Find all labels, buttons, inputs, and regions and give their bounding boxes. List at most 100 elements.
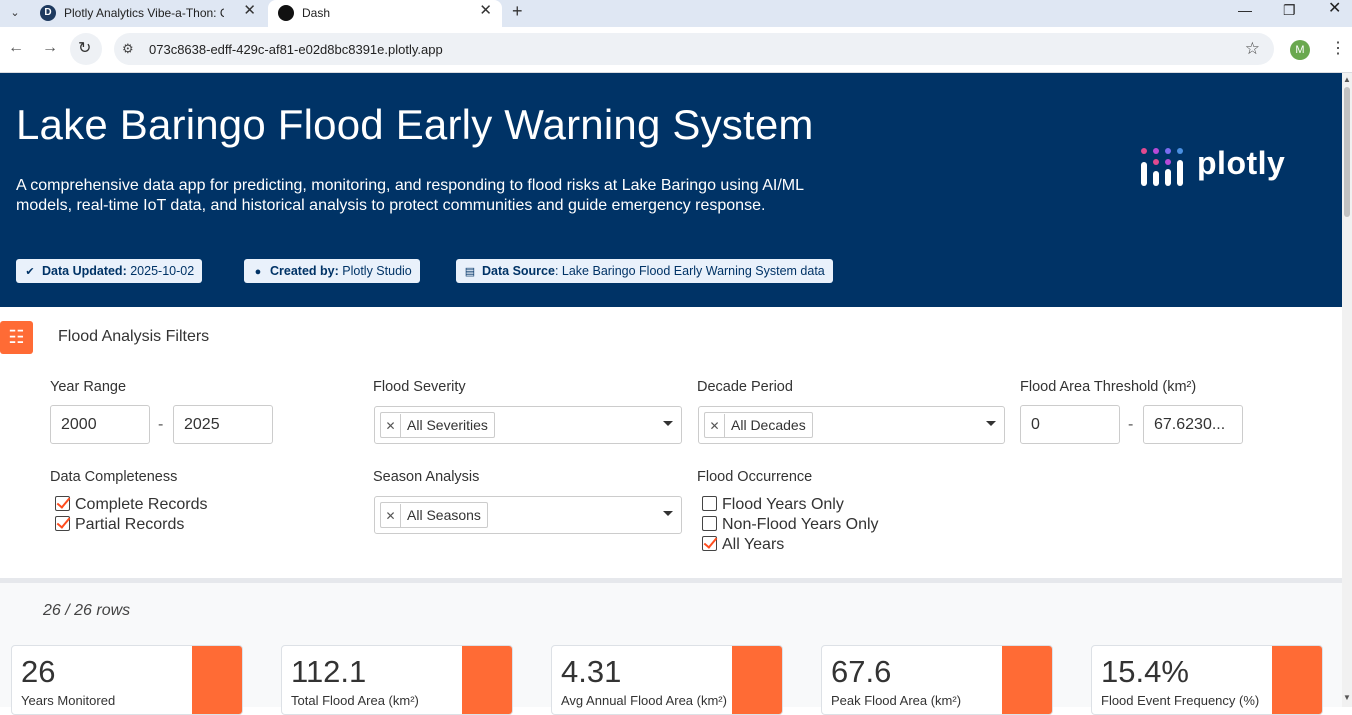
complete-records-checkbox[interactable]: Complete Records bbox=[55, 495, 208, 515]
page-scrollbar[interactable]: ▲ ▼ bbox=[1342, 73, 1352, 707]
kpi-value: 112.1 bbox=[291, 654, 367, 689]
filters-panel: ☷ Flood Analysis Filters Year Range 2000… bbox=[0, 307, 1342, 577]
badge-label: Data Updated: bbox=[42, 264, 127, 278]
database-icon: ▤ bbox=[464, 266, 476, 278]
non-flood-years-only-checkbox[interactable]: Non-Flood Years Only bbox=[702, 515, 879, 535]
selected-chip: ✕ All Seasons bbox=[380, 502, 488, 528]
reload-icon[interactable]: ↻ bbox=[78, 38, 91, 58]
restore-window-icon[interactable]: ❐ bbox=[1283, 2, 1296, 18]
kpi-value: 67.6 bbox=[831, 654, 892, 689]
address-bar[interactable]: ⚙ 073c8638-edff-429c-af81-e02d8bc8391e.p… bbox=[114, 33, 1274, 65]
filters-title: Flood Analysis Filters bbox=[58, 328, 210, 345]
scroll-down-icon[interactable]: ▼ bbox=[1343, 693, 1351, 702]
year-to-input[interactable]: 2025 bbox=[173, 405, 273, 444]
area-max-input[interactable]: 67.6230... bbox=[1143, 405, 1243, 444]
kpi-accent bbox=[192, 646, 242, 714]
url-text[interactable]: 073c8638-edff-429c-af81-e02d8bc8391e.plo… bbox=[149, 42, 443, 57]
kpi-accent bbox=[1002, 646, 1052, 714]
page-title: Lake Baringo Flood Early Warning System bbox=[16, 101, 814, 148]
kpi-accent bbox=[462, 646, 512, 714]
browser-menu-icon[interactable]: ⋮ bbox=[1330, 38, 1346, 58]
caret-down-icon[interactable] bbox=[661, 506, 675, 520]
scroll-up-icon[interactable]: ▲ bbox=[1343, 75, 1351, 84]
browser-tab-vibeathon[interactable]: D Plotly Analytics Vibe-a-Thon: Co ✕ bbox=[30, 0, 266, 27]
kpi-label: Flood Event Frequency (%) bbox=[1101, 693, 1260, 708]
minimize-icon[interactable]: — bbox=[1238, 2, 1252, 18]
scrollbar-thumb[interactable] bbox=[1344, 87, 1350, 217]
range-separator: - bbox=[158, 416, 164, 433]
all-years-checkbox[interactable]: All Years bbox=[702, 535, 784, 555]
checkbox-unchecked-icon[interactable] bbox=[702, 496, 717, 511]
plotly-logo-icon bbox=[1141, 148, 1183, 186]
bookmark-star-icon[interactable]: ☆ bbox=[1245, 39, 1260, 59]
kpi-card-years: 26 Years Monitored bbox=[11, 645, 243, 715]
browser-toolbar: ← → ↻ ⚙ 073c8638-edff-429c-af81-e02d8bc8… bbox=[0, 27, 1352, 73]
tab-title: Dash bbox=[302, 6, 331, 20]
decade-period-dropdown[interactable]: ✕ All Decades bbox=[698, 406, 1005, 444]
kpi-label: Peak Flood Area (km²) bbox=[831, 693, 962, 708]
badge-value: : Lake Baringo Flood Early Warning Syste… bbox=[554, 264, 825, 278]
checkbox-checked-icon[interactable] bbox=[55, 496, 70, 511]
created-by-badge: ● Created by: Plotly Studio bbox=[244, 259, 420, 283]
kpi-card-flood-frequency: 15.4% Flood Event Frequency (%) bbox=[1091, 645, 1323, 715]
page-description: A comprehensive data app for predicting,… bbox=[16, 177, 804, 214]
kpi-card-total-area: 112.1 Total Flood Area (km²) bbox=[281, 645, 513, 715]
decade-period-label: Decade Period bbox=[697, 379, 793, 395]
kpi-accent bbox=[1272, 646, 1322, 714]
checkbox-label: All Years bbox=[722, 536, 785, 553]
area-threshold-label: Flood Area Threshold (km²) bbox=[1020, 379, 1197, 395]
checkbox-label: Flood Years Only bbox=[722, 496, 844, 513]
flood-occurrence-label: Flood Occurrence bbox=[697, 469, 813, 485]
kpi-label: Years Monitored bbox=[21, 693, 116, 708]
user-icon: ● bbox=[254, 266, 262, 278]
sliders-icon[interactable]: ☷ bbox=[0, 321, 33, 354]
browser-tab-dash[interactable]: Dash ✕ bbox=[268, 0, 502, 27]
kpi-card-peak-area: 67.6 Peak Flood Area (km²) bbox=[821, 645, 1053, 715]
season-analysis-dropdown[interactable]: ✕ All Seasons bbox=[374, 496, 682, 534]
badge-value: 2025-10-02 bbox=[130, 264, 195, 278]
dash-favicon-icon: D bbox=[40, 5, 56, 21]
data-completeness-label: Data Completeness bbox=[50, 469, 178, 485]
remove-chip-icon[interactable]: ✕ bbox=[705, 414, 725, 438]
checkbox-checked-icon[interactable] bbox=[702, 536, 717, 551]
kpi-value: 15.4% bbox=[1101, 654, 1189, 689]
area-min-input[interactable]: 0 bbox=[1020, 405, 1120, 444]
close-tab-icon[interactable]: ✕ bbox=[243, 3, 256, 19]
stats-section: 26 / 26 rows 26 Years Monitored 112.1 To… bbox=[0, 583, 1342, 715]
tab-search-chevron-icon[interactable]: ⌄ bbox=[4, 2, 26, 24]
check-circle-icon: ✔ bbox=[25, 266, 35, 278]
badge-value: Plotly Studio bbox=[342, 264, 412, 278]
kpi-label: Avg Annual Flood Area (km²) bbox=[561, 693, 727, 708]
plotly-wordmark: plotly bbox=[1197, 145, 1286, 181]
flood-years-only-checkbox[interactable]: Flood Years Only bbox=[702, 495, 844, 515]
close-window-icon[interactable]: ✕ bbox=[1328, 1, 1341, 17]
remove-chip-icon[interactable]: ✕ bbox=[381, 504, 401, 528]
caret-down-icon[interactable] bbox=[661, 416, 675, 430]
site-settings-icon[interactable]: ⚙ bbox=[122, 41, 134, 57]
forward-arrow-icon[interactable]: → bbox=[42, 39, 58, 57]
data-updated-badge: ✔ Data Updated: 2025-10-02 bbox=[16, 259, 203, 283]
partial-records-checkbox[interactable]: Partial Records bbox=[55, 515, 184, 535]
selected-chip: ✕ All Decades bbox=[704, 412, 813, 438]
checkbox-checked-icon[interactable] bbox=[55, 516, 70, 531]
data-source-badge: ▤ Data Source: Lake Baringo Flood Early W… bbox=[456, 259, 833, 283]
close-tab-icon[interactable]: ✕ bbox=[479, 3, 492, 19]
new-tab-plus-icon[interactable]: + bbox=[512, 1, 523, 22]
kpi-card-avg-area: 4.31 Avg Annual Flood Area (km²) bbox=[551, 645, 783, 715]
kpi-accent bbox=[732, 646, 782, 714]
badge-label: Data Source bbox=[482, 264, 555, 278]
year-range-label: Year Range bbox=[50, 379, 127, 395]
flood-severity-dropdown[interactable]: ✕ All Severities bbox=[374, 406, 682, 444]
season-analysis-label: Season Analysis bbox=[373, 469, 480, 485]
remove-chip-icon[interactable]: ✕ bbox=[381, 414, 401, 438]
caret-down-icon[interactable] bbox=[984, 416, 998, 430]
badge-label: Created by: bbox=[270, 264, 339, 278]
browser-tab-bar: ⌄ D Plotly Analytics Vibe-a-Thon: Co ✕ D… bbox=[0, 0, 1352, 27]
checkbox-unchecked-icon[interactable] bbox=[702, 516, 717, 531]
back-arrow-icon[interactable]: ← bbox=[8, 39, 24, 57]
app-header: Lake Baringo Flood Early Warning System … bbox=[0, 73, 1342, 307]
plotly-favicon-icon bbox=[278, 5, 294, 21]
year-from-input[interactable]: 2000 bbox=[50, 405, 150, 444]
range-separator: - bbox=[1128, 416, 1134, 433]
profile-avatar[interactable]: M bbox=[1290, 40, 1310, 60]
